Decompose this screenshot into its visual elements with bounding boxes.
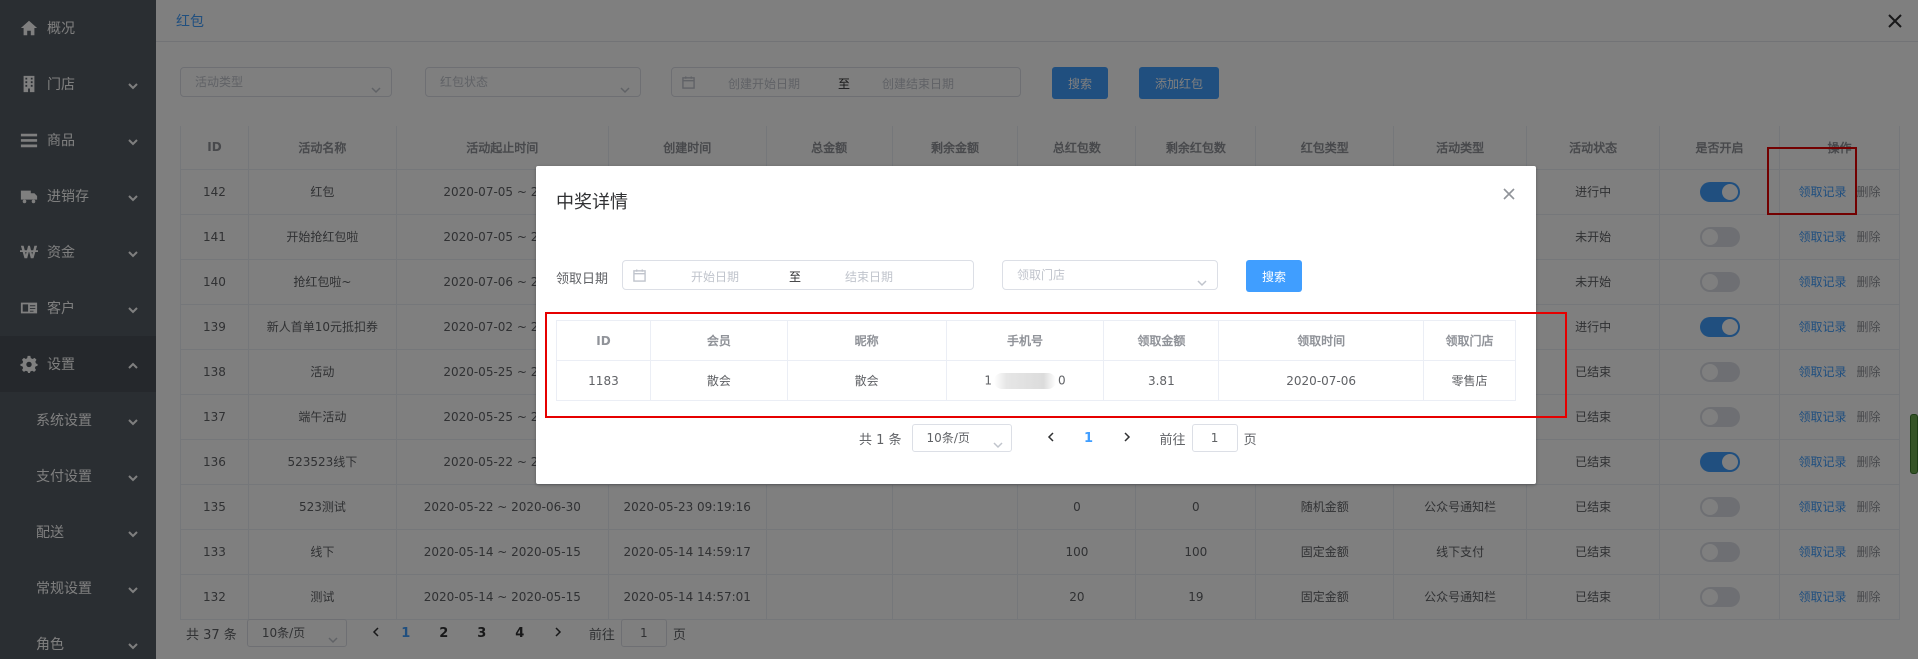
prize-detail-dialog: 中奖详情 领取日期 开始日期 至 结束日期 领取门店 搜索 ID 会员 昵称 手机号领… [536, 166, 1536, 484]
range-separator: 至 [789, 270, 802, 284]
phone-tail: 0 [1057, 373, 1066, 387]
page-1[interactable]: 1 [1074, 431, 1104, 446]
cell-member: 散会 [649, 360, 788, 401]
goto-prefix: 前往 [1159, 432, 1186, 448]
column-header: 昵称 [786, 320, 947, 361]
chevron-down-icon [993, 433, 1003, 459]
dialog-title: 中奖详情 [556, 192, 628, 213]
pagination-total: 共 1 条 [859, 432, 902, 448]
close-icon[interactable] [1502, 187, 1516, 201]
page-size-select[interactable]: 10条/页 [911, 424, 1012, 452]
column-header: ID [556, 320, 651, 361]
cell-amount: 3.81 [1103, 360, 1220, 401]
receive-date-label: 领取日期 [556, 272, 609, 287]
page-size-value: 10条/页 [926, 431, 970, 445]
dialog-search-button[interactable]: 搜索 [1246, 260, 1302, 292]
table-header-row: ID 会员 昵称 手机号 领取金额 领取时间 领取门店 [556, 320, 1516, 361]
column-header: 手机号 [945, 320, 1105, 361]
phone-blur [993, 372, 1056, 389]
next-page-icon[interactable] [1112, 431, 1142, 446]
phone-head: 1 [984, 373, 992, 387]
end-date-input[interactable]: 结束日期 [845, 268, 893, 285]
column-header: 领取门店 [1423, 320, 1516, 361]
cell-id: 1183 [556, 360, 651, 401]
dialog-pagination: 共 1 条 10条/页 1 前往 1 页 [859, 424, 1257, 452]
column-header: 领取金额 [1103, 320, 1220, 361]
goto-suffix: 页 [1243, 432, 1257, 448]
start-date-input[interactable]: 开始日期 [691, 268, 739, 285]
table-row: 1183 散会 散会 1 0 3.81 2020-07-06 零售店 [556, 360, 1516, 401]
receive-date-range[interactable]: 开始日期 至 结束日期 [622, 260, 974, 290]
select-placeholder: 领取门店 [1017, 268, 1066, 282]
calendar-icon [633, 269, 646, 285]
goto-page-input[interactable]: 1 [1191, 424, 1238, 452]
prize-detail-table: ID 会员 昵称 手机号 领取金额 领取时间 领取门店 1183 散会 散会 1 0 3.81 2020… [556, 320, 1516, 401]
chevron-down-icon [1197, 270, 1207, 298]
cell-time: 2020-07-06 [1218, 360, 1425, 401]
prev-page-icon[interactable] [1036, 431, 1066, 446]
cell-nickname: 散会 [786, 360, 947, 401]
column-header: 会员 [649, 320, 788, 361]
receive-store-select[interactable]: 领取门店 [1002, 260, 1218, 290]
cell-store: 零售店 [1423, 360, 1516, 401]
cell-phone: 10 [945, 360, 1105, 401]
column-header: 领取时间 [1218, 320, 1425, 361]
